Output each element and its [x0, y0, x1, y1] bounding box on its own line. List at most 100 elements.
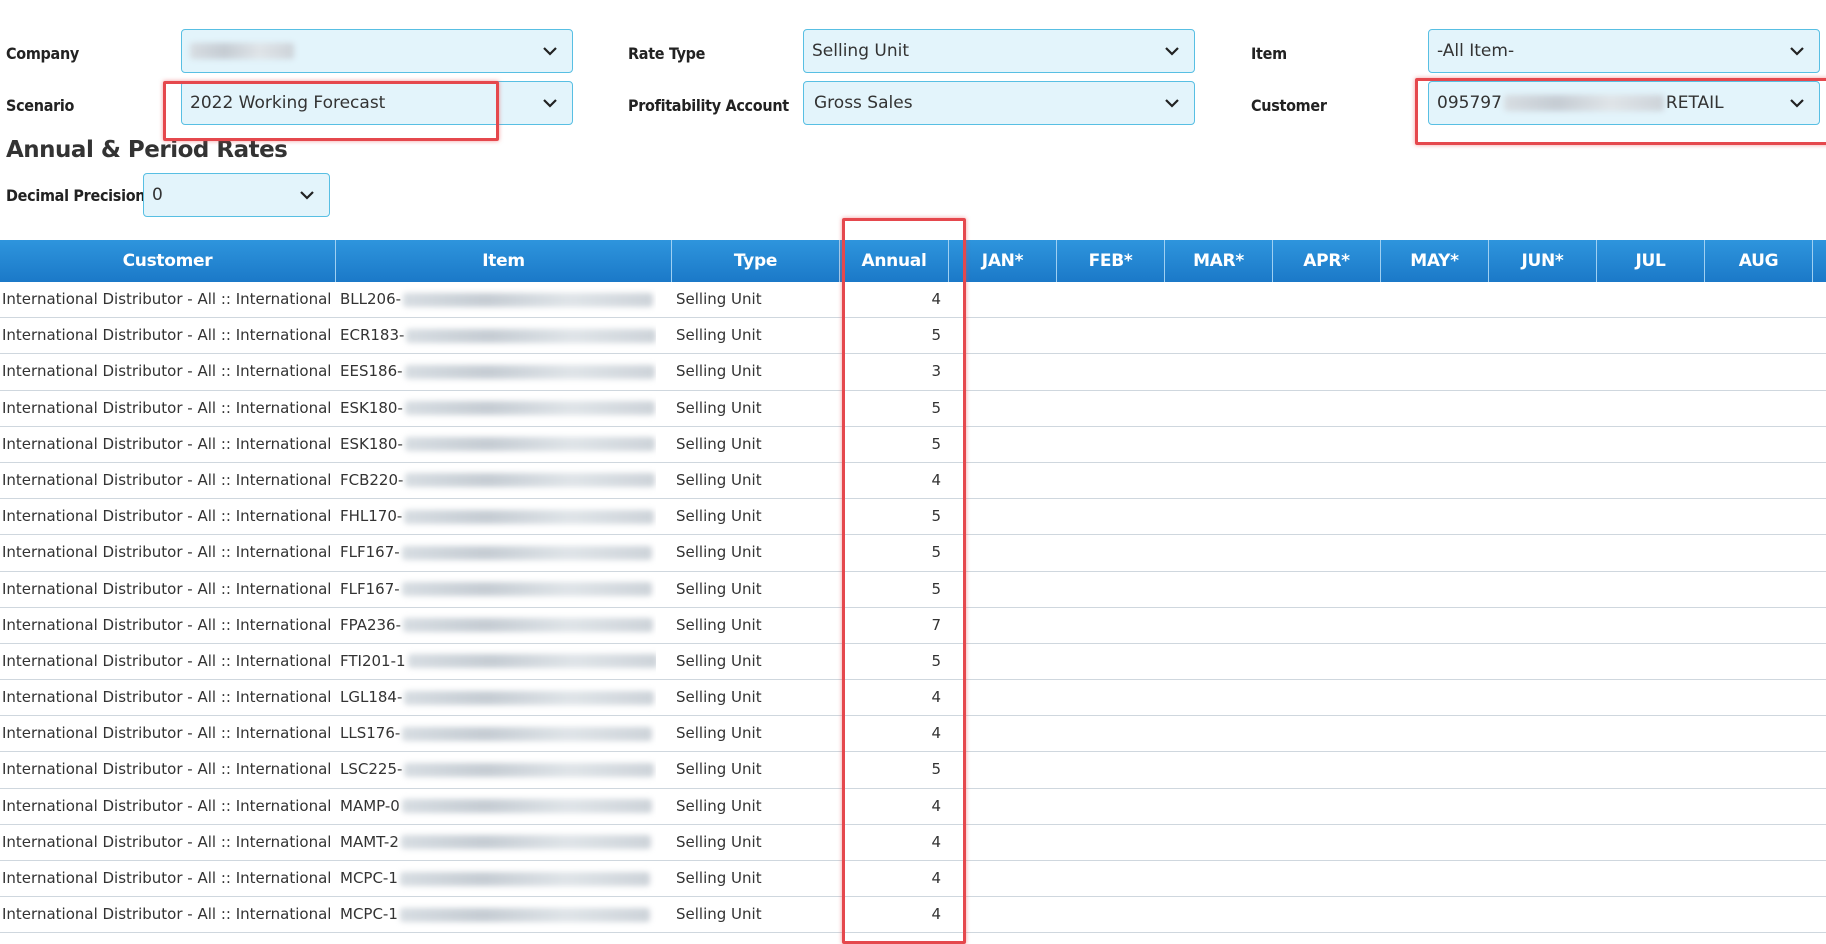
cell-customer: International Distributor - All :: Inter…: [2, 760, 336, 779]
column-header-mar[interactable]: MAR*: [1165, 240, 1273, 282]
cell-item-redacted: [404, 364, 655, 379]
cell-item-code: MAMT-2: [340, 832, 399, 851]
cell-customer: International Distributor - All :: Inter…: [2, 507, 336, 526]
cell-item-code: LGL184-: [340, 688, 403, 707]
profitability-account-label: Profitability Account: [628, 96, 789, 115]
cell-annual[interactable]: 5: [840, 644, 949, 679]
cell-item-code: LLS176-: [340, 724, 401, 743]
cell-item-code: FCB220-: [340, 470, 404, 489]
cell-customer: International Distributor - All :: Inter…: [2, 398, 336, 417]
cell-annual[interactable]: 4: [840, 680, 949, 715]
cell-item: ESK180-: [336, 427, 656, 462]
cell-item-redacted: [404, 437, 655, 452]
column-header-jun[interactable]: JUN*: [1489, 240, 1597, 282]
cell-customer: International Distributor - All :: Inter…: [2, 869, 336, 887]
item-value: -All Item-: [1437, 41, 1515, 61]
table-row[interactable]: International Distributor - All :: Inter…: [0, 861, 1826, 898]
cell-item-code: ECR183-: [340, 326, 405, 345]
table-row[interactable]: International Distributor - All :: Inter…: [0, 318, 1826, 355]
table-row[interactable]: International Distributor - All :: Inter…: [0, 391, 1826, 427]
cell-type: Selling Unit: [676, 615, 762, 634]
cell-annual[interactable]: 5: [840, 572, 949, 607]
column-header-jul[interactable]: JUL: [1597, 240, 1705, 282]
cell-annual[interactable]: 5: [840, 391, 949, 426]
column-header-aug[interactable]: AUG: [1705, 240, 1813, 282]
column-header-item[interactable]: Item: [336, 240, 672, 282]
column-header-apr[interactable]: APR*: [1273, 240, 1381, 282]
table-row[interactable]: International Distributor - All :: Inter…: [0, 644, 1826, 681]
cell-annual[interactable]: 4: [840, 463, 949, 498]
table-row[interactable]: International Distributor - All :: Inter…: [0, 572, 1826, 608]
table-row[interactable]: International Distributor - All :: Inter…: [0, 789, 1826, 825]
column-header-feb[interactable]: FEB*: [1057, 240, 1165, 282]
cell-annual[interactable]: 4: [840, 861, 949, 896]
item-select[interactable]: -All Item-: [1428, 29, 1820, 73]
table-row[interactable]: International Distributor - All :: Inter…: [0, 499, 1826, 536]
column-header-annual[interactable]: Annual: [840, 240, 949, 282]
cell-annual[interactable]: 3: [840, 354, 949, 389]
table-row[interactable]: International Distributor - All :: Inter…: [0, 427, 1826, 463]
cell-item-redacted: [399, 871, 650, 886]
cell-item: FTI201-1: [336, 644, 656, 679]
table-row[interactable]: International Distributor - All :: Inter…: [0, 282, 1826, 319]
cell-type: Selling Unit: [676, 470, 762, 489]
grid-body: International Distributor - All :: Inter…: [0, 282, 1826, 934]
cell-customer: International Distributor - All :: Inter…: [2, 362, 336, 381]
column-header-customer[interactable]: Customer: [0, 240, 336, 282]
cell-item: MAMP-0: [336, 789, 656, 824]
table-row[interactable]: International Distributor - All :: Inter…: [0, 463, 1826, 500]
cell-item-redacted: [401, 545, 652, 560]
cell-annual[interactable]: 4: [840, 789, 949, 824]
cell-annual[interactable]: 5: [840, 752, 949, 787]
column-header-may[interactable]: MAY*: [1381, 240, 1489, 282]
cell-item: ESK180-: [336, 391, 656, 426]
cell-item: ECR183-: [336, 318, 656, 353]
customer-select[interactable]: 095797 RETAIL: [1428, 81, 1820, 125]
table-row[interactable]: International Distributor - All :: Inter…: [0, 354, 1826, 391]
cell-item-redacted: [404, 762, 655, 777]
cell-annual[interactable]: 7: [840, 608, 949, 643]
cell-item-redacted: [399, 907, 650, 922]
chevron-down-icon: [540, 30, 560, 72]
cell-annual[interactable]: 4: [840, 716, 949, 751]
customer-value-redacted: [1503, 95, 1664, 111]
table-row[interactable]: International Distributor - All :: Inter…: [0, 825, 1826, 861]
cell-annual[interactable]: 5: [840, 535, 949, 570]
cell-annual[interactable]: 5: [840, 318, 949, 353]
column-header-type[interactable]: Type: [672, 240, 840, 282]
cell-item-code: EES186-: [340, 362, 403, 381]
cell-customer: International Distributor - All :: Inter…: [2, 651, 336, 670]
cell-annual[interactable]: 4: [840, 282, 949, 317]
company-select[interactable]: [181, 29, 573, 73]
cell-item-code: FHL170-: [340, 507, 403, 526]
chevron-down-icon: [540, 82, 560, 124]
cell-item-code: FLF167-: [340, 579, 400, 598]
cell-annual[interactable]: 4: [840, 897, 949, 932]
cell-customer: International Distributor - All :: Inter…: [2, 434, 336, 453]
table-row[interactable]: International Distributor - All :: Inter…: [0, 608, 1826, 644]
decimal-precision-select[interactable]: 0: [143, 173, 330, 217]
table-row[interactable]: International Distributor - All :: Inter…: [0, 716, 1826, 753]
cell-annual[interactable]: 5: [840, 427, 949, 462]
table-row[interactable]: International Distributor - All :: Inter…: [0, 680, 1826, 717]
rate-type-select[interactable]: Selling Unit: [803, 29, 1195, 73]
table-row[interactable]: International Distributor - All :: Inter…: [0, 897, 1826, 934]
table-row[interactable]: International Distributor - All :: Inter…: [0, 752, 1826, 789]
section-title: Annual & Period Rates: [6, 137, 288, 163]
cell-type: Selling Unit: [676, 724, 762, 743]
customer-label: Customer: [1251, 96, 1327, 115]
cell-type: Selling Unit: [676, 507, 762, 526]
rates-grid: Customer Item Type Annual JAN* FEB* MAR* APR* MA…: [0, 240, 1826, 934]
cell-annual[interactable]: 4: [840, 825, 949, 860]
cell-customer: International Distributor - All :: Inter…: [2, 688, 336, 707]
column-header-jan[interactable]: JAN*: [949, 240, 1057, 282]
cell-annual[interactable]: 5: [840, 499, 949, 534]
cell-customer: International Distributor - All :: Inter…: [2, 579, 336, 598]
profitability-account-select[interactable]: Gross Sales: [803, 81, 1195, 125]
scenario-select[interactable]: 2022 Working Forecast: [181, 81, 573, 125]
chevron-down-icon: [1162, 82, 1182, 124]
table-row[interactable]: International Distributor - All :: Inter…: [0, 535, 1826, 572]
cell-type: Selling Unit: [676, 905, 762, 924]
scenario-label: Scenario: [6, 96, 75, 115]
chevron-down-icon: [1787, 82, 1807, 124]
